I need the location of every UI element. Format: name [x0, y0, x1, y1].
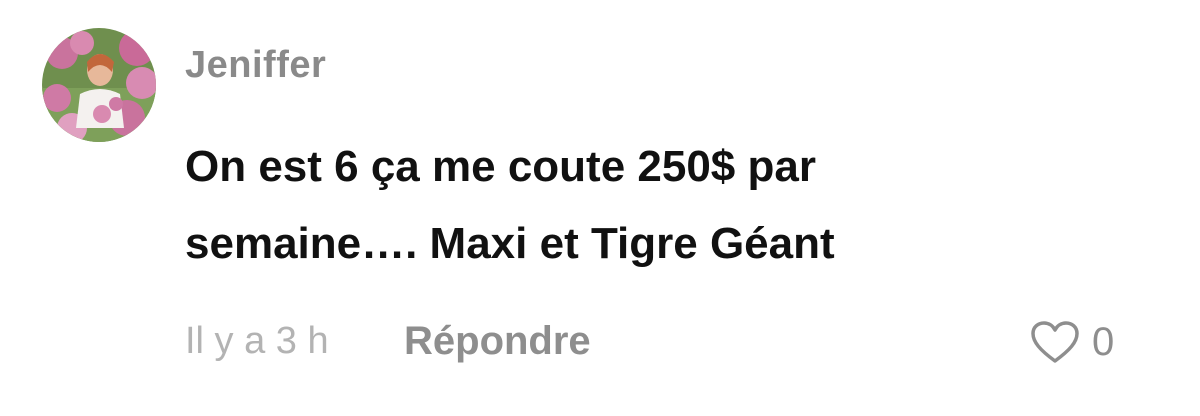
comment-item: Jeniffer On est 6 ça me coute 250$ par s…: [0, 0, 1200, 416]
like-button[interactable]: 0: [1030, 318, 1114, 366]
like-count: 0: [1092, 320, 1115, 364]
avatar-photo: [42, 28, 156, 142]
timestamp: Il y a 3 h: [185, 320, 329, 362]
avatar[interactable]: [42, 28, 156, 142]
reply-button[interactable]: Répondre: [404, 316, 591, 366]
username[interactable]: Jeniffer: [185, 40, 326, 90]
comment-text: On est 6 ça me coute 250$ par semaine…. …: [185, 128, 1085, 282]
comment-text-line-1: On est 6 ça me coute 250$ par: [185, 142, 816, 191]
heart-outline-icon[interactable]: [1030, 320, 1080, 364]
comment-text-line-2: semaine…. Maxi et Tigre Géant: [185, 219, 835, 268]
